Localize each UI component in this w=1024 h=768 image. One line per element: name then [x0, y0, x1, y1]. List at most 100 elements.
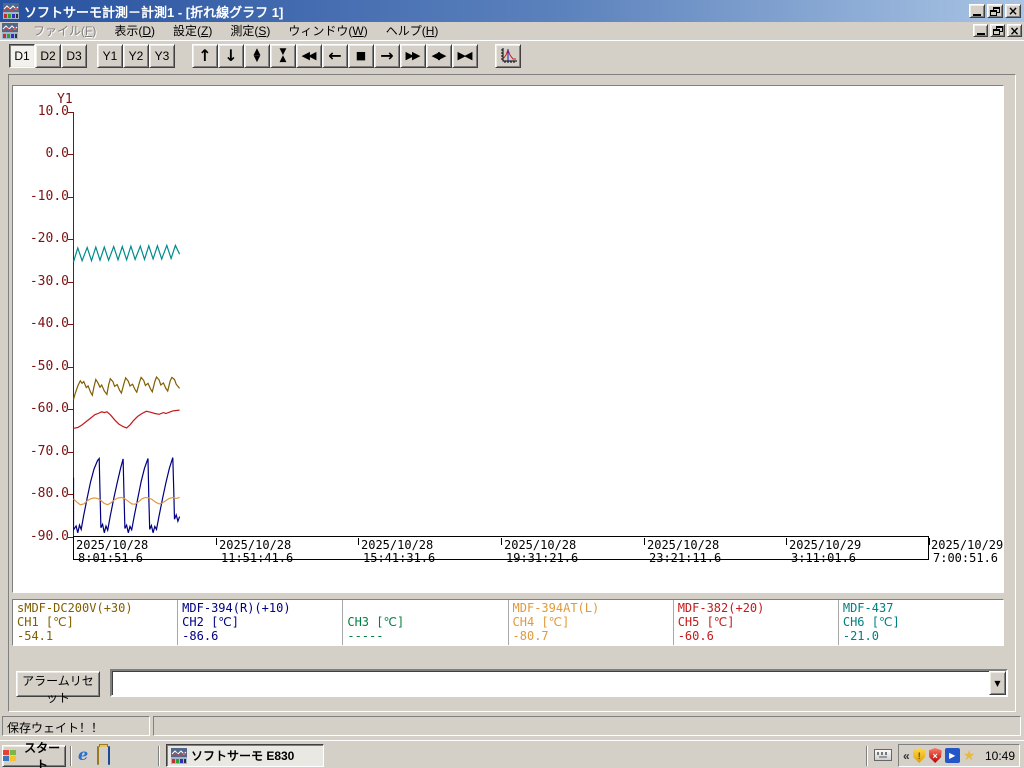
start-button[interactable]: スタート [2, 741, 66, 768]
dropdown-arrow-icon: ▼ [994, 678, 1001, 688]
legend-cell-ch5: MDF-382(+20) CH5 [℃] -60.6 [674, 600, 839, 645]
legend-text: ----- [347, 629, 384, 643]
y1-axis-button[interactable]: Y1 [97, 43, 123, 68]
security-warning-shield-icon[interactable]: ! [912, 748, 926, 763]
y-tick-label: -90.0 [29, 528, 69, 544]
menu-item-6[interactable]: ヘルプ(H) [377, 21, 448, 40]
screen: ソフトサーモ計測－計測1 - [折れ線グラフ 1] × ファイル(F) 表示(D)… [0, 0, 1024, 768]
collapse-chevrons-icon[interactable]: « [903, 747, 910, 765]
mdi-close-button[interactable]: × [1007, 24, 1022, 37]
title-bar: ソフトサーモ計測－計測1 - [折れ線グラフ 1] × [0, 0, 1024, 22]
x-tick-mark [644, 538, 645, 545]
y-tick-label: -30.0 [29, 273, 69, 289]
app-icon [171, 747, 187, 764]
alarm-combo-open-button[interactable]: ▼ [989, 671, 1006, 695]
x-tick-mark [929, 538, 930, 545]
taskbar: スタート e ソフトサーモ E830 «! × ▶ ★ 10:49 [0, 740, 1024, 768]
menu-item-3[interactable]: 設定(Z) [164, 21, 221, 40]
close-button[interactable]: × [1005, 4, 1021, 18]
favorites-star-icon[interactable]: ★ [963, 747, 976, 765]
expand-vertical-button[interactable]: ▲ ▼ [244, 43, 270, 68]
keyboard-icon[interactable] [874, 749, 892, 761]
y-tick-label: -10.0 [29, 188, 69, 204]
status-panel-right [153, 716, 1021, 736]
stop-button[interactable]: ■ [348, 43, 374, 68]
menu-item-5[interactable]: ウィンドウ(W) [279, 21, 376, 40]
menu-item-1: ファイル(F) [33, 24, 97, 38]
x-tick-label: 2025/10/28 15:41:31.6 [361, 538, 436, 565]
internet-explorer-icon[interactable]: e [78, 747, 88, 765]
show-desktop-icon[interactable] [97, 746, 100, 765]
minimize-button[interactable] [969, 4, 985, 18]
restore-button[interactable] [987, 4, 1003, 18]
taskbar-divider [158, 746, 160, 766]
legend-text: -21.0 [842, 629, 879, 643]
expand-horizontal-button[interactable]: ◀▶ [426, 43, 452, 68]
media-window-icon[interactable] [108, 746, 111, 765]
y-tick-label: 10.0 [37, 104, 69, 119]
compress-vertical-button[interactable]: ▼ ▲ [270, 43, 296, 68]
legend-text: -54.1 [17, 629, 54, 643]
compress-horizontal-button[interactable]: ▶◀ [452, 43, 478, 68]
x-tick-mark [501, 538, 502, 545]
legend-text: MDF-382(+20) [677, 601, 765, 615]
start-label: スタート [24, 741, 61, 768]
x-tick-label: 2025/10/28 19:31:21.6 [504, 538, 579, 565]
taskbar-divider [70, 746, 72, 766]
legend-text: sMDF-DC200V(+30) [17, 601, 133, 615]
legend-text: CH2 [℃] [182, 615, 239, 629]
series-line-ch2 [73, 456, 181, 533]
chart-panel: Y1 10.0 0.0 -10.0 -20.0 -30.0 -40.0 -50.0 -60.0-… [12, 85, 1004, 593]
menu-items: ファイル(F) 表示(D) 設定(Z) 測定(S) ウィンドウ(W) ヘルプ(H) [24, 21, 447, 40]
legend-text: MDF-437 [842, 601, 894, 615]
security-alert-shield-icon[interactable]: × [928, 748, 942, 763]
step-left-button[interactable]: ← [322, 43, 348, 68]
x-tick-label: 2025/10/28 8:01:51.6 [76, 538, 149, 565]
y2-axis-button[interactable]: Y2 [123, 43, 149, 68]
fast-forward-button[interactable]: ▶▶ [400, 43, 426, 68]
system-tray: «! × ▶ ★ 10:49 [898, 744, 1020, 767]
taskbar-task-button[interactable]: ソフトサーモ E830 [166, 744, 324, 767]
close-icon: × [1009, 23, 1020, 38]
mdi-restore-button[interactable] [990, 24, 1005, 37]
clock: 10:49 [984, 748, 1015, 763]
y-tick-label: -60.0 [29, 401, 69, 417]
taskbar-divider [866, 746, 868, 766]
legend-text: -60.6 [677, 629, 714, 643]
step-right-button[interactable]: → [374, 43, 400, 68]
alarm-reset-button[interactable]: アラームリセット [16, 671, 100, 705]
d3-display-button[interactable]: D3 [61, 43, 87, 68]
x-tick-mark [216, 538, 217, 545]
y-tick-label: 0.0 [45, 146, 69, 162]
scroll-up-button[interactable]: ↑ [192, 43, 218, 68]
rewind-button[interactable]: ◀◀ [296, 43, 322, 68]
y-tick-label: -70.0 [29, 443, 69, 459]
toolbar: D1 D2 D3 Y1 Y2 Y3 ↑ ↓ ▲ ▼ ▼ ▲ ◀◀ ← ■ → ▶▶ ◀▶ ▶◀ [0, 40, 1024, 70]
document-icon[interactable] [2, 22, 18, 39]
x-tick-mark [358, 538, 359, 545]
y-tick-label: -40.0 [29, 316, 69, 332]
series-line-ch6 [73, 243, 181, 263]
legend-cell-ch1: sMDF-DC200V(+30) CH1 [℃] -54.1 [13, 600, 179, 645]
legend-text: CH1 [℃] [17, 615, 74, 629]
y3-axis-button[interactable]: Y3 [149, 43, 175, 68]
menu-item-4[interactable]: 測定(S) [221, 21, 279, 40]
alarm-combo[interactable]: ▼ [110, 669, 1008, 697]
menu-item-2[interactable]: 表示(D) [105, 21, 164, 40]
close-icon: × [1007, 4, 1019, 18]
media-play-icon[interactable]: ▶ [944, 748, 960, 763]
d1-display-button[interactable]: D1 [9, 43, 35, 68]
d2-display-button[interactable]: D2 [35, 43, 61, 68]
mdi-minimize-button[interactable] [973, 24, 988, 37]
graph-settings-button[interactable] [495, 43, 521, 68]
series-line-ch5 [73, 409, 180, 429]
scroll-down-button[interactable]: ↓ [218, 43, 244, 68]
x-tick-label: 2025/10/28 11:51:41.6 [219, 538, 294, 565]
y-tick-label: -20.0 [29, 231, 69, 247]
alarm-combo-value [112, 671, 989, 695]
legend-cell-ch3: CH3 [℃] ----- [343, 600, 509, 645]
channel-legend: sMDF-DC200V(+30) CH1 [℃] -54.1 MDF-394(R)(+… [12, 599, 1004, 646]
x-tick-mark [73, 538, 74, 545]
restore-icon [992, 26, 1003, 35]
legend-text: CH6 [℃] [842, 615, 900, 629]
